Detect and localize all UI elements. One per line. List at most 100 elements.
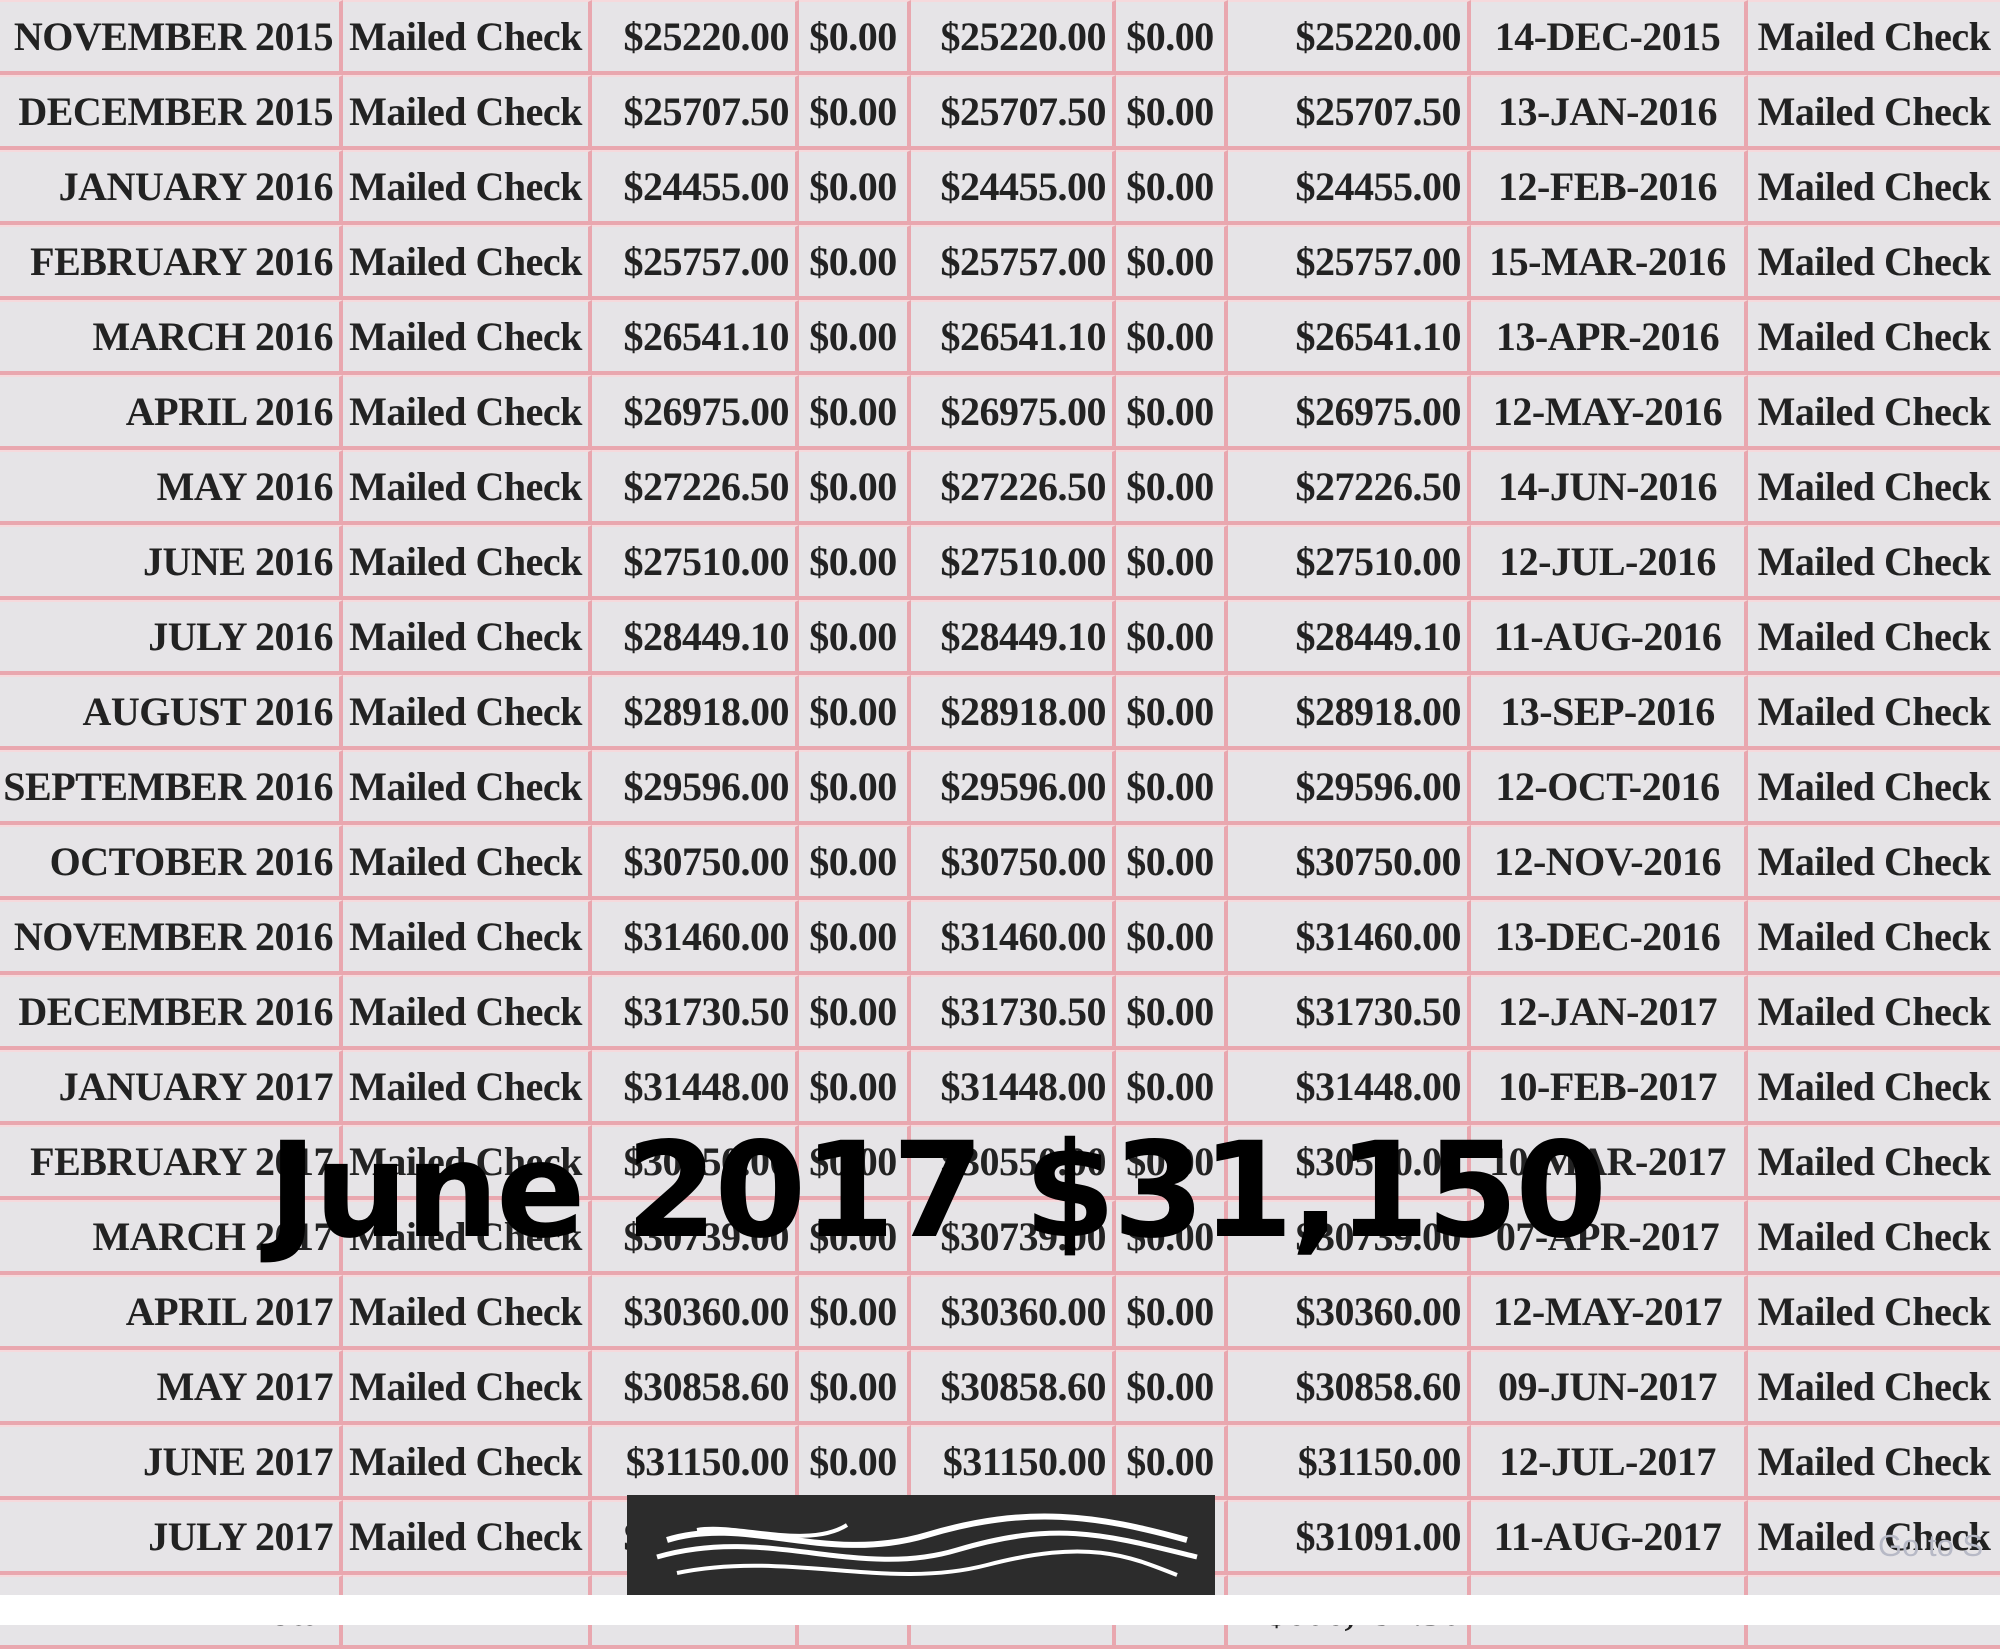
table-row: JUNE 2017 Mailed Check $31150.00 $0.00 $3115… <box>0 1425 2000 1500</box>
net-amount-cell: $25757.00 <box>911 225 1116 300</box>
payment-method-cell: Mailed Check <box>343 225 592 300</box>
paid-amount-cell: $29596.00 <box>1228 750 1471 825</box>
disbursement-method-cell: Mailed Check <box>1748 900 2000 975</box>
table-row: OCTOBER 2016 Mailed Check $30750.00 $0.00 $3… <box>0 825 2000 900</box>
net-amount-cell: $25220.00 <box>911 0 1116 75</box>
month-cell: MAY 2016 <box>0 450 343 525</box>
net-amount-cell: $30360.00 <box>911 1275 1116 1350</box>
payment-method-cell: Mailed Check <box>343 0 592 75</box>
month-cell: DECEMBER 2016 <box>0 975 343 1050</box>
gross-amount-cell: $30750.00 <box>592 825 799 900</box>
gross-amount-cell: $25757.00 <box>592 225 799 300</box>
adjustment-cell: $0.00 <box>1116 600 1228 675</box>
table-row: MAY 2016 Mailed Check $27226.50 $0.00 $27226… <box>0 450 2000 525</box>
month-cell: SEPTEMBER 2016 <box>0 750 343 825</box>
month-cell: DECEMBER 2015 <box>0 75 343 150</box>
page-bottom-margin <box>0 1595 2000 1625</box>
payment-method-cell: Mailed Check <box>343 600 592 675</box>
payment-date-cell: 13-DEC-2016 <box>1471 900 1748 975</box>
deduction-cell: $0.00 <box>799 150 911 225</box>
payment-table: NOVEMBER 2015 Mailed Check $25220.00 $0.00 $… <box>0 0 2000 1649</box>
gross-amount-cell: $28449.10 <box>592 600 799 675</box>
table-row: MAY 2017 Mailed Check $30858.60 $0.00 $30858… <box>0 1350 2000 1425</box>
deduction-cell: $0.00 <box>799 300 911 375</box>
disbursement-method-cell: Mailed Check <box>1748 600 2000 675</box>
payment-date-cell: 11-AUG-2017 <box>1471 1500 1748 1575</box>
adjustment-cell: $0.00 <box>1116 75 1228 150</box>
disbursement-method-cell: Mailed Check <box>1748 750 2000 825</box>
paid-amount-cell: $25707.50 <box>1228 75 1471 150</box>
disbursement-method-cell: Mailed Check <box>1748 975 2000 1050</box>
payment-method-cell: Mailed Check <box>343 750 592 825</box>
adjustment-cell: $0.00 <box>1116 0 1228 75</box>
paid-amount-cell: $30360.00 <box>1228 1275 1471 1350</box>
payment-method-cell: Mailed Check <box>343 150 592 225</box>
month-cell: JULY 2016 <box>0 600 343 675</box>
adjustment-cell: $0.00 <box>1116 1275 1228 1350</box>
adjustment-cell: $0.00 <box>1116 900 1228 975</box>
paid-amount-cell: $30858.60 <box>1228 1350 1471 1425</box>
table-row: NOVEMBER 2016 Mailed Check $31460.00 $0.00 $… <box>0 900 2000 975</box>
month-cell: JUNE 2017 <box>0 1425 343 1500</box>
payment-table-view: NOVEMBER 2015 Mailed Check $25220.00 $0.00 $… <box>0 0 2000 1649</box>
disbursement-method-cell: Mailed Check <box>1748 225 2000 300</box>
deduction-cell: $0.00 <box>799 600 911 675</box>
payment-date-cell: 12-OCT-2016 <box>1471 750 1748 825</box>
month-cell: JANUARY 2016 <box>0 150 343 225</box>
adjustment-cell: $0.00 <box>1116 225 1228 300</box>
gross-amount-cell: $31150.00 <box>592 1425 799 1500</box>
payment-method-cell: Mailed Check <box>343 525 592 600</box>
disbursement-method-cell: Mailed Check <box>1748 1050 2000 1125</box>
deduction-cell: $0.00 <box>799 375 911 450</box>
table-row: JANUARY 2016 Mailed Check $24455.00 $0.00 $2… <box>0 150 2000 225</box>
paid-amount-cell: $31730.50 <box>1228 975 1471 1050</box>
disbursement-method-cell: Mailed Check <box>1748 1275 2000 1350</box>
disbursement-method-cell: Mailed Check <box>1748 150 2000 225</box>
month-cell: NOVEMBER 2015 <box>0 0 343 75</box>
gross-amount-cell: $26541.10 <box>592 300 799 375</box>
month-cell: MAY 2017 <box>0 1350 343 1425</box>
payment-date-cell: 13-APR-2016 <box>1471 300 1748 375</box>
payment-date-cell: 15-MAR-2016 <box>1471 225 1748 300</box>
deduction-cell: $0.00 <box>799 975 911 1050</box>
paid-amount-cell: $26541.10 <box>1228 300 1471 375</box>
table-row: JULY 2016 Mailed Check $28449.10 $0.00 $2844… <box>0 600 2000 675</box>
adjustment-cell: $0.00 <box>1116 300 1228 375</box>
deduction-cell: $0.00 <box>799 0 911 75</box>
gross-amount-cell: $26975.00 <box>592 375 799 450</box>
payment-date-cell: 12-JAN-2017 <box>1471 975 1748 1050</box>
disbursement-method-cell: Mailed Check <box>1748 75 2000 150</box>
deduction-cell: $0.00 <box>799 750 911 825</box>
disbursement-method-cell: Mailed Check <box>1748 450 2000 525</box>
paid-amount-cell: $25220.00 <box>1228 0 1471 75</box>
net-amount-cell: $27226.50 <box>911 450 1116 525</box>
net-amount-cell: $28449.10 <box>911 600 1116 675</box>
paid-amount-cell: $30750.00 <box>1228 825 1471 900</box>
paid-amount-cell: $25757.00 <box>1228 225 1471 300</box>
net-amount-cell: $30750.00 <box>911 825 1116 900</box>
net-amount-cell: $31730.50 <box>911 975 1116 1050</box>
gross-amount-cell: $29596.00 <box>592 750 799 825</box>
adjustment-cell: $0.00 <box>1116 825 1228 900</box>
net-amount-cell: $24455.00 <box>911 150 1116 225</box>
gross-amount-cell: $27226.50 <box>592 450 799 525</box>
gross-amount-cell: $25220.00 <box>592 0 799 75</box>
paid-amount-cell: $27510.00 <box>1228 525 1471 600</box>
deduction-cell: $0.00 <box>799 75 911 150</box>
payment-method-cell: Mailed Check <box>343 675 592 750</box>
payment-method-cell: Mailed Check <box>343 825 592 900</box>
deduction-cell: $0.00 <box>799 525 911 600</box>
net-amount-cell: $29596.00 <box>911 750 1116 825</box>
adjustment-cell: $0.00 <box>1116 150 1228 225</box>
payment-date-cell: 12-MAY-2017 <box>1471 1275 1748 1350</box>
gross-amount-cell: $24455.00 <box>592 150 799 225</box>
month-cell: MARCH 2016 <box>0 300 343 375</box>
paid-amount-cell: $28918.00 <box>1228 675 1471 750</box>
payment-method-cell: Mailed Check <box>343 975 592 1050</box>
month-cell: APRIL 2016 <box>0 375 343 450</box>
payment-method-cell: Mailed Check <box>343 375 592 450</box>
adjustment-cell: $0.00 <box>1116 975 1228 1050</box>
net-amount-cell: $30858.60 <box>911 1350 1116 1425</box>
net-amount-cell: $26541.10 <box>911 300 1116 375</box>
table-row: APRIL 2017 Mailed Check $30360.00 $0.00 $303… <box>0 1275 2000 1350</box>
